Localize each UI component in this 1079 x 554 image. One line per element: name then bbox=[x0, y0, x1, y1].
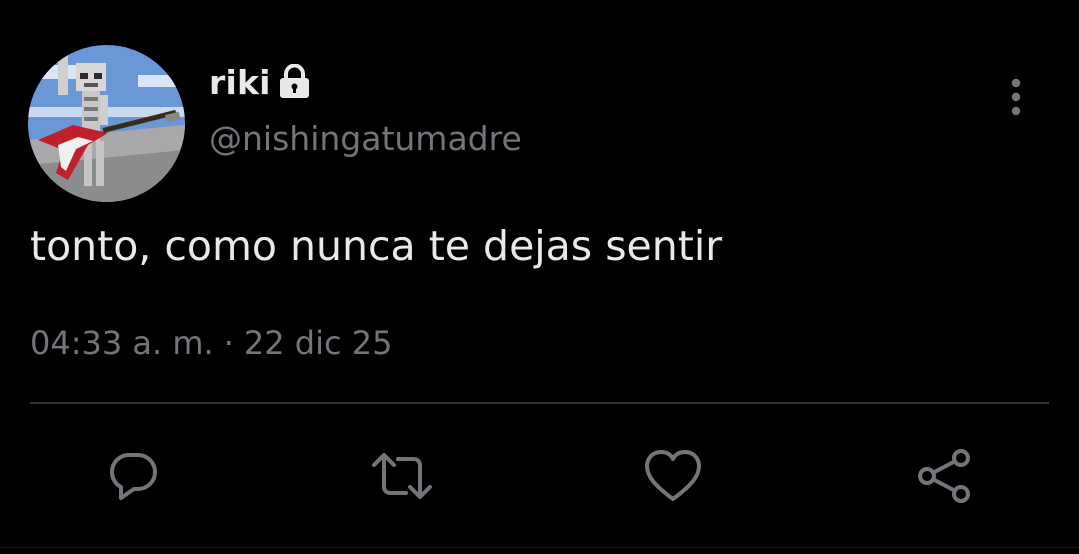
avatar[interactable] bbox=[28, 45, 185, 202]
retweet-icon bbox=[372, 453, 432, 499]
tweet-date: 22 dic 25 bbox=[243, 324, 393, 362]
reply-button[interactable] bbox=[101, 444, 165, 508]
heart-icon bbox=[645, 450, 701, 501]
retweet-button[interactable] bbox=[370, 444, 434, 508]
user-handle[interactable]: @nishingatumadre bbox=[209, 119, 522, 158]
bottom-divider bbox=[0, 547, 1079, 548]
more-options-button[interactable] bbox=[996, 72, 1036, 122]
tweet-timestamp[interactable]: 04:33 a. m. · 22 dic 25 bbox=[30, 324, 392, 362]
share-button[interactable] bbox=[912, 444, 976, 508]
like-button[interactable] bbox=[641, 444, 705, 508]
divider bbox=[30, 402, 1049, 404]
display-name-row[interactable]: riki bbox=[209, 58, 312, 106]
lock-icon bbox=[277, 63, 312, 100]
tweet-text: tonto, como nunca te dejas sentir bbox=[30, 222, 723, 270]
tweet-time: 04:33 a. m. bbox=[30, 324, 214, 362]
reply-icon bbox=[110, 453, 157, 500]
more-vertical-icon bbox=[1011, 78, 1021, 116]
display-name[interactable]: riki bbox=[209, 63, 271, 102]
share-icon bbox=[918, 449, 970, 503]
meta-separator: · bbox=[223, 324, 234, 362]
